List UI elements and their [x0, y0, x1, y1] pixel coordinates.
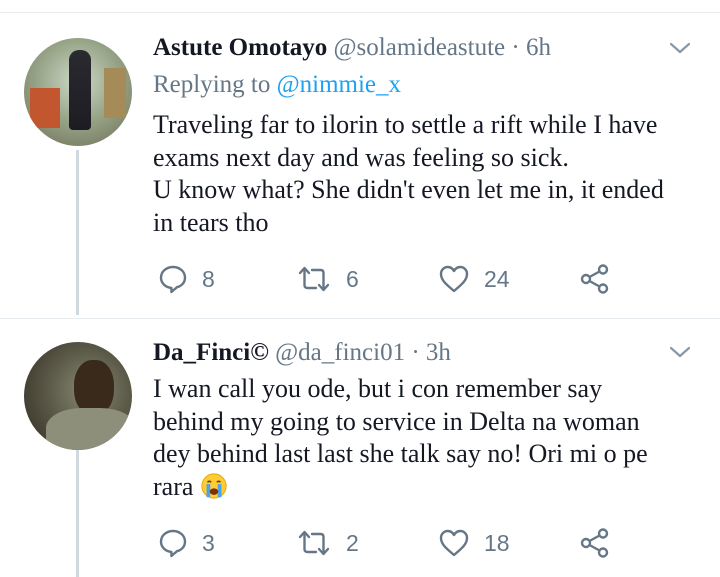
reply-button[interactable]: 3 [158, 523, 215, 563]
tweet-text-line: U know what? She didn't even let me in, … [153, 175, 664, 204]
tweet-header: Da_Finci© @da_finci01 · 3h [153, 338, 451, 368]
top-divider [0, 12, 720, 13]
reply-button[interactable]: 8 [158, 259, 215, 299]
share-button[interactable] [579, 259, 611, 299]
share-button[interactable] [579, 523, 611, 563]
tweet-text: Traveling far to ilorin to settle a rift… [153, 109, 693, 239]
chevron-down-icon[interactable] [668, 340, 692, 364]
avatar[interactable] [24, 342, 132, 450]
display-name[interactable]: Da_Finci© [153, 339, 269, 366]
user-handle[interactable]: @solamideastute [334, 34, 506, 61]
thread-line [76, 150, 79, 315]
tweet-text-line: behind my going to service in Delta na w… [153, 406, 640, 436]
tweet-header: Astute Omotayo @solamideastute · 6h [153, 33, 551, 63]
tweet-text-line: dey behind last last she talk say no! Or… [153, 439, 648, 468]
retweet-icon [298, 530, 330, 556]
thread-line [76, 450, 79, 577]
like-count: 24 [484, 265, 510, 292]
timestamp[interactable]: 3h [426, 339, 451, 366]
reply-count: 3 [202, 529, 215, 556]
avatar[interactable] [24, 38, 132, 146]
tweet-text: I wan call you ode, but i con remember s… [153, 373, 693, 503]
like-count: 18 [484, 529, 510, 556]
display-name[interactable]: Astute Omotayo [153, 34, 327, 61]
heart-icon [439, 529, 469, 557]
tweet-text-line: in tears tho [153, 207, 269, 237]
reply-icon [159, 265, 187, 294]
retweet-count: 6 [346, 265, 359, 292]
share-icon [580, 264, 609, 294]
tweet-text-line: exams next day and was feeling so sick. [153, 142, 569, 172]
tweet-actions: 8 6 24 [153, 259, 673, 299]
heart-icon [439, 265, 469, 293]
timestamp[interactable]: 6h [526, 34, 551, 61]
tweet-text-line-wrap: rara [153, 471, 693, 504]
separator-dot: · [511, 34, 520, 61]
crying-face-emoji [201, 472, 227, 499]
retweet-count: 2 [346, 529, 359, 556]
tweet-divider [0, 318, 720, 319]
chevron-down-icon[interactable] [668, 36, 692, 60]
like-button[interactable]: 24 [438, 259, 510, 299]
replying-to: Replying to @nimmie_x [153, 70, 401, 100]
replying-to-link[interactable]: @nimmie_x [277, 71, 401, 98]
share-icon [580, 528, 609, 558]
tweet-text-line: I wan call you ode, but i con remember s… [153, 374, 603, 403]
tweet-actions: 3 2 18 [153, 523, 673, 563]
retweet-button[interactable]: 2 [296, 523, 359, 563]
replying-prefix: Replying to [153, 71, 271, 98]
like-button[interactable]: 18 [438, 523, 510, 563]
separator-dot: · [411, 339, 420, 366]
tweet-text-line: rara [153, 471, 194, 501]
reply-icon [159, 529, 187, 558]
user-handle[interactable]: @da_finci01 [275, 339, 405, 366]
retweet-icon [298, 266, 330, 292]
retweet-button[interactable]: 6 [296, 259, 359, 299]
reply-count: 8 [202, 265, 215, 292]
tweet-text-line: Traveling far to ilorin to settle a rift… [153, 110, 658, 139]
